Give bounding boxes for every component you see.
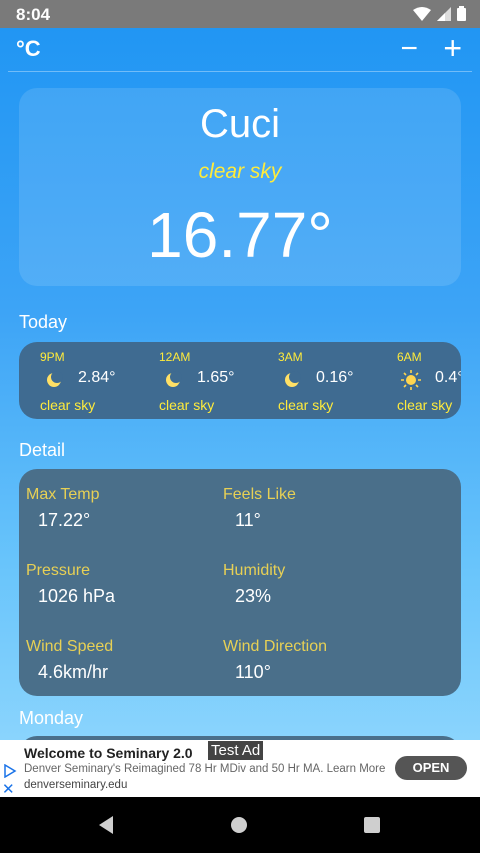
max-temp-value: 17.22°	[38, 510, 91, 530]
hour-time: 6AM	[397, 350, 422, 364]
pressure-label: Pressure	[26, 562, 91, 579]
home-icon[interactable]	[230, 816, 248, 834]
sun-icon	[401, 370, 421, 390]
test-ad-badge: Test Ad	[208, 741, 264, 760]
detail-card: Max Temp 17.22° Feels Like 11° Pressure …	[19, 469, 461, 696]
hour-condition: clear sky	[159, 397, 215, 413]
moon-icon	[47, 371, 63, 387]
detail-heading: Detail	[19, 440, 66, 460]
hour-time: 9PM	[40, 350, 65, 364]
navigation-bar	[0, 797, 480, 853]
hour-time: 3AM	[278, 350, 303, 364]
wind-direction-value: 110°	[235, 662, 271, 682]
feels-like-value: 11°	[235, 510, 261, 530]
back-icon[interactable]	[97, 815, 115, 835]
pressure-value: 1026 hPa	[38, 586, 116, 606]
remove-city-button[interactable]: −	[400, 32, 418, 66]
hourly-item[interactable]: 6AM 0.4° clear sky	[376, 342, 461, 419]
status-bar: 8:04	[0, 0, 480, 28]
city-name: Cuci	[199, 102, 281, 146]
status-time: 8:04	[16, 5, 51, 24]
current-condition: clear sky	[198, 160, 282, 183]
hour-temperature: 0.4°	[435, 369, 461, 386]
moon-icon	[285, 371, 301, 387]
moon-icon	[166, 371, 182, 387]
status-icons	[413, 6, 466, 21]
ad-url[interactable]: denverseminary.edu	[24, 779, 127, 791]
ad-title[interactable]: Welcome to Seminary 2.0	[24, 745, 193, 761]
ad-choices-icon[interactable]	[3, 764, 17, 778]
add-city-button[interactable]: +	[443, 30, 462, 67]
ad-description[interactable]: Denver Seminary's Reimagined 78 Hr MDiv …	[24, 763, 385, 775]
weather-screen[interactable]: °C − + Cuci clear sky 16.77° Today 9PM 2…	[0, 28, 480, 740]
close-icon[interactable]: ✕	[2, 780, 15, 798]
wind-direction-label: Wind Direction	[223, 638, 328, 655]
wifi-icon	[413, 6, 431, 21]
wind-speed-label: Wind Speed	[26, 638, 114, 655]
hour-condition: clear sky	[278, 397, 334, 413]
feels-like-label: Feels Like	[223, 486, 296, 503]
signal-icon	[437, 6, 451, 21]
hour-condition: clear sky	[397, 397, 453, 413]
ad-open-button[interactable]: OPEN	[395, 756, 467, 780]
hour-temperature: 0.16°	[316, 369, 354, 386]
hourly-forecast-list[interactable]: 9PM 2.84° clear sky 12AM 1.65° clear sky…	[19, 342, 461, 419]
battery-icon	[457, 6, 466, 21]
hour-condition: clear sky	[40, 397, 96, 413]
monday-heading: Monday	[19, 708, 84, 728]
hourly-item[interactable]: 3AM 0.16° clear sky	[257, 342, 367, 419]
hourly-item[interactable]: 12AM 1.65° clear sky	[138, 342, 248, 419]
current-weather-card: Cuci clear sky 16.77°	[19, 88, 461, 286]
today-heading: Today	[19, 312, 68, 332]
humidity-label: Humidity	[223, 562, 286, 579]
recents-icon[interactable]	[363, 816, 381, 834]
ad-banner[interactable]: Welcome to Seminary 2.0 Test Ad Denver S…	[0, 740, 480, 798]
unit-toggle-button[interactable]: °C	[16, 36, 41, 62]
hour-temperature: 1.65°	[197, 369, 235, 386]
hour-time: 12AM	[159, 350, 191, 364]
max-temp-label: Max Temp	[26, 486, 100, 503]
hour-temperature: 2.84°	[78, 369, 116, 386]
toolbar-divider	[8, 71, 472, 72]
wind-speed-value: 4.6km/hr	[38, 662, 109, 682]
hourly-item[interactable]: 9PM 2.84° clear sky	[19, 342, 129, 419]
current-temperature: 16.77°	[147, 199, 333, 271]
humidity-value: 23%	[235, 586, 272, 606]
